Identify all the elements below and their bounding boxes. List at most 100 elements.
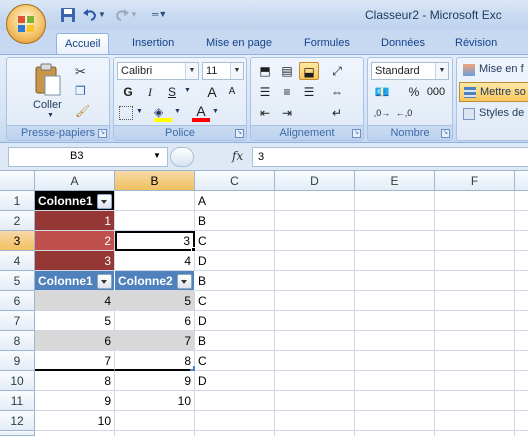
row-header-8[interactable]: 8	[0, 331, 35, 351]
borders-icon[interactable]	[119, 106, 133, 120]
redo-icon[interactable]	[114, 7, 130, 23]
font-name-dropdown-icon[interactable]: ▼	[185, 63, 198, 79]
cell-styles-button[interactable]: Styles de	[459, 105, 528, 124]
cell-c4[interactable]: D	[195, 251, 275, 271]
column-header-a[interactable]: A	[35, 171, 115, 191]
borders-dropdown-icon[interactable]: ▼	[136, 108, 143, 115]
cell-c2[interactable]: B	[195, 211, 275, 231]
increase-decimal-icon[interactable]: ,0→	[372, 104, 392, 122]
tab-formules[interactable]: Formules	[296, 33, 358, 54]
cell-a8[interactable]: 6	[35, 331, 115, 351]
row-header-6[interactable]: 6	[0, 291, 35, 311]
undo-icon[interactable]	[82, 7, 98, 23]
cell-a7[interactable]: 5	[35, 311, 115, 331]
italic-button[interactable]: I	[140, 83, 160, 101]
fill-color-dropdown-icon[interactable]: ▼	[174, 108, 181, 115]
decrease-decimal-icon[interactable]: ←,0	[394, 104, 414, 122]
table-resize-handle[interactable]	[190, 366, 195, 371]
format-as-table-button[interactable]: Mettre so	[459, 82, 528, 102]
cell-c3[interactable]: C	[195, 231, 275, 251]
cell-b9[interactable]: 8	[115, 351, 195, 371]
cell-b7[interactable]: 6	[115, 311, 195, 331]
alignment-launcher-icon[interactable]: ↘	[352, 129, 361, 138]
cell-c5[interactable]: B	[195, 271, 275, 291]
align-center-icon[interactable]: ≡	[277, 83, 297, 101]
tab-mise-en-page[interactable]: Mise en page	[198, 33, 280, 54]
fill-color-icon[interactable]: ◈	[154, 105, 172, 122]
font-color-dropdown-icon[interactable]: ▼	[212, 108, 219, 115]
orientation-icon[interactable]: ⤢	[327, 62, 347, 80]
conditional-format-button[interactable]: Mise en f	[459, 61, 528, 80]
decrease-indent-icon[interactable]: ⇤	[255, 104, 275, 122]
column-header-e[interactable]: E	[355, 171, 435, 191]
select-all-corner[interactable]	[0, 171, 35, 191]
cell-c9[interactable]: C	[195, 351, 275, 371]
font-name-select[interactable]: Calibri ▼	[117, 62, 199, 80]
currency-icon[interactable]: 💶	[372, 83, 392, 101]
align-bottom-icon[interactable]: ⬓	[299, 62, 319, 80]
redo-dropdown-icon[interactable]: ▼	[130, 10, 138, 19]
cell-c8[interactable]: B	[195, 331, 275, 351]
cell-c10[interactable]: D	[195, 371, 275, 391]
cell-a4[interactable]: 3	[35, 251, 115, 271]
row-header-4[interactable]: 4	[0, 251, 35, 271]
cell-a6[interactable]: 4	[35, 291, 115, 311]
font-color-icon[interactable]: A	[192, 103, 210, 122]
underline-dropdown-icon[interactable]: ▼	[184, 87, 191, 94]
row-header-13[interactable]	[0, 431, 35, 436]
paste-dropdown-icon[interactable]: ▼	[47, 112, 54, 119]
cell-a10[interactable]: 8	[35, 371, 115, 391]
cell-a9[interactable]: 7	[35, 351, 115, 371]
align-top-icon[interactable]: ⬒	[255, 62, 275, 80]
row-header-7[interactable]: 7	[0, 311, 35, 331]
font-size-dropdown-icon[interactable]: ▼	[230, 63, 243, 79]
filter-dropdown-icon[interactable]	[97, 194, 112, 209]
font-size-select[interactable]: 11 ▼	[202, 62, 244, 80]
undo-dropdown-icon[interactable]: ▼	[98, 10, 106, 19]
paste-icon[interactable]	[33, 62, 63, 98]
tab-insertion[interactable]: Insertion	[124, 33, 182, 54]
column-header-b[interactable]: B	[115, 171, 195, 191]
copy-icon[interactable]: ❐	[75, 84, 86, 98]
tab-accueil[interactable]: Accueil	[56, 33, 110, 54]
number-format-dropdown-icon[interactable]: ▼	[435, 63, 448, 79]
cell-a11[interactable]: 9	[35, 391, 115, 411]
formula-input[interactable]: 3	[252, 147, 528, 167]
filter-dropdown-icon[interactable]	[177, 274, 192, 289]
tab-revision[interactable]: Révision	[447, 33, 505, 54]
cell-c7[interactable]: D	[195, 311, 275, 331]
cell-b10[interactable]: 9	[115, 371, 195, 391]
cell-a5[interactable]: Colonne1	[35, 271, 115, 291]
cell-b3-active[interactable]: 3	[115, 231, 195, 251]
wrap-text-icon[interactable]: ↵	[327, 104, 347, 122]
name-box-dropdown-icon[interactable]: ▼	[153, 151, 161, 160]
row-header-10[interactable]: 10	[0, 371, 35, 391]
cell-b4[interactable]: 4	[115, 251, 195, 271]
row-header-9[interactable]: 9	[0, 351, 35, 371]
percent-button[interactable]: %	[404, 83, 424, 101]
row-header-1[interactable]: 1	[0, 191, 35, 211]
column-header-d[interactable]: D	[275, 171, 355, 191]
insert-function-icon[interactable]: fx	[232, 149, 243, 163]
filter-dropdown-icon[interactable]	[97, 274, 112, 289]
customize-qat-icon[interactable]: ═▼	[152, 9, 167, 19]
font-launcher-icon[interactable]: ↘	[235, 129, 244, 138]
cell-c1[interactable]: A	[195, 191, 275, 211]
merge-center-icon[interactable]: ⇔	[327, 83, 347, 101]
cell-b5[interactable]: Colonne2	[115, 271, 195, 291]
bold-button[interactable]: G	[118, 83, 138, 101]
name-box[interactable]	[8, 147, 168, 167]
align-left-icon[interactable]: ☰	[255, 83, 275, 101]
row-header-5[interactable]: 5	[0, 271, 35, 291]
shrink-font-button[interactable]: A	[222, 83, 242, 101]
formula-bar-splitter-icon[interactable]	[170, 147, 194, 167]
cell-b11[interactable]: 10	[115, 391, 195, 411]
cell-a12[interactable]: 10	[35, 411, 115, 431]
cell-b8[interactable]: 7	[115, 331, 195, 351]
column-header-g[interactable]	[515, 171, 528, 191]
cell-a3[interactable]: 2	[35, 231, 115, 251]
row-header-11[interactable]: 11	[0, 391, 35, 411]
cell-a2[interactable]: 1	[35, 211, 115, 231]
increase-indent-icon[interactable]: ⇥	[277, 104, 297, 122]
clipboard-launcher-icon[interactable]: ↘	[98, 129, 107, 138]
